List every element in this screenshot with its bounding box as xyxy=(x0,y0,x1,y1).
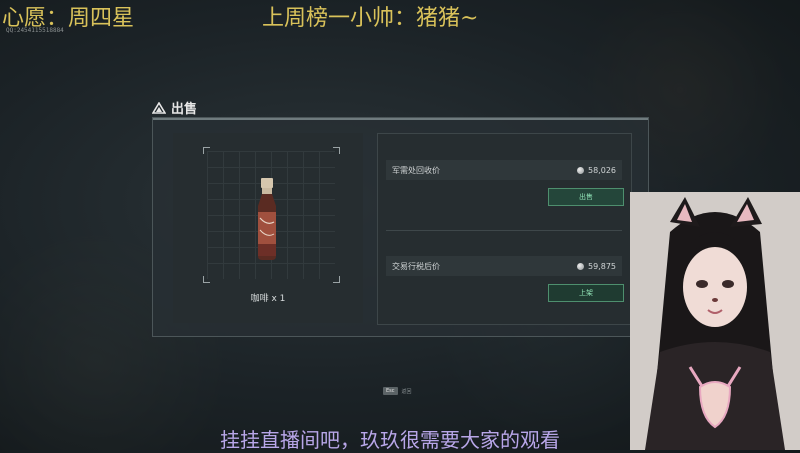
trade-post-tax-row: 交易行税后价 59,875 xyxy=(386,256,622,276)
price-options: 军需处回收价 58,026 出售 交易行税后价 59,875 上架 xyxy=(377,133,632,325)
streamer-image xyxy=(630,192,800,450)
stream-id-text: QQ:2454115518884 xyxy=(6,27,64,34)
sell-header: 出售 xyxy=(152,98,197,117)
corner-bracket xyxy=(203,147,210,154)
stream-rank-text: 上周榜一小帅：猪猪~ xyxy=(262,6,479,31)
military-buyback-price: 58,026 xyxy=(577,166,616,175)
warning-triangle-icon xyxy=(152,101,166,114)
webcam-feed xyxy=(630,192,800,450)
trade-post-tax-label: 交易行税后价 xyxy=(392,261,440,271)
coffee-bottle-icon xyxy=(258,178,276,260)
esc-hint[interactable]: Esc 返回 xyxy=(383,387,412,395)
corner-bracket xyxy=(333,147,340,154)
corner-bracket xyxy=(203,276,210,283)
corner-bracket xyxy=(333,276,340,283)
esc-label: 返回 xyxy=(401,388,412,395)
sell-title: 出售 xyxy=(171,102,198,117)
item-name: 咖啡 x 1 xyxy=(250,294,286,304)
item-preview: 咖啡 x 1 xyxy=(173,133,363,323)
sell-button[interactable]: 出售 xyxy=(548,188,624,206)
sell-panel: 咖啡 x 1 军需处回收价 58,026 出售 交易行税后价 59,875 上架 xyxy=(152,117,649,337)
trade-post-tax-price: 59,875 xyxy=(577,262,616,271)
stream-caption: 挂挂直播间吧，玖玖很需要大家的观看 xyxy=(220,428,560,452)
panel-top-border xyxy=(153,118,648,120)
military-buyback-value: 58,026 xyxy=(588,165,616,175)
military-buyback-row: 军需处回收价 58,026 xyxy=(386,160,622,180)
military-buyback-label: 军需处回收价 xyxy=(392,165,440,175)
coin-icon xyxy=(577,166,584,174)
coin-icon xyxy=(577,262,584,270)
section-divider xyxy=(386,230,622,231)
esc-key[interactable]: Esc xyxy=(383,387,398,395)
trade-post-tax-value: 59,875 xyxy=(588,261,616,271)
list-button[interactable]: 上架 xyxy=(548,284,624,302)
